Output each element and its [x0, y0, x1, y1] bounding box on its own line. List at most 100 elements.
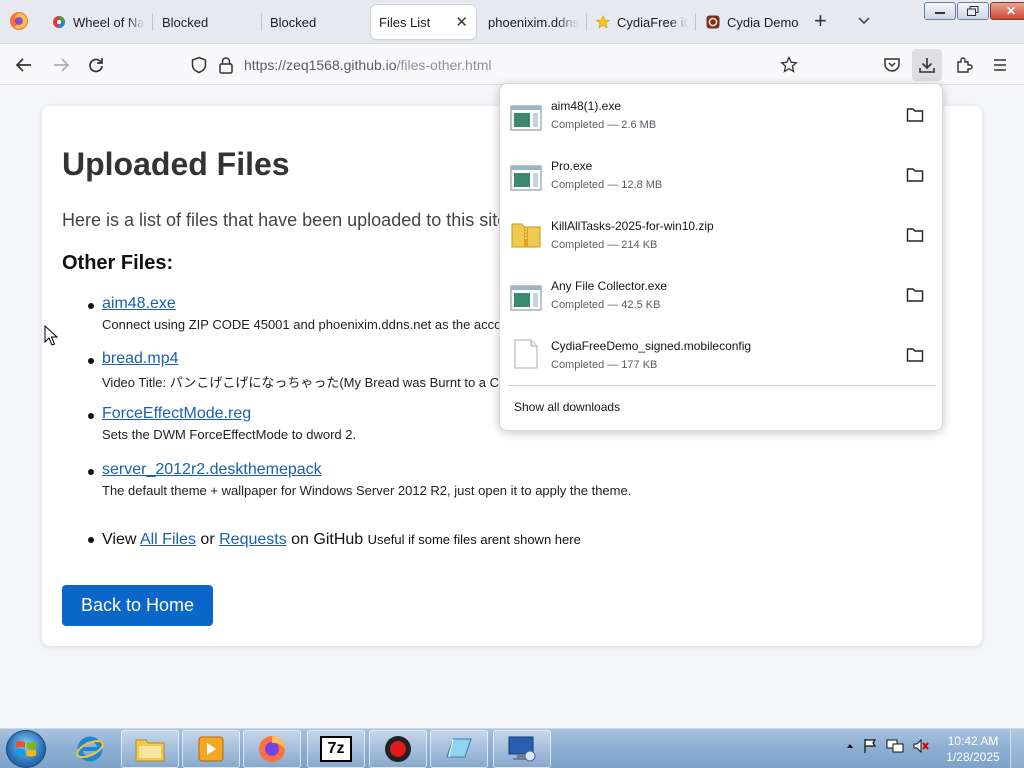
pocket-icon[interactable] — [882, 55, 902, 75]
file-link-bread[interactable]: bread.mp4 — [102, 350, 179, 368]
remote-desktop-icon — [508, 736, 536, 762]
reload-icon[interactable] — [86, 55, 106, 75]
volume-muted-icon[interactable] — [912, 738, 930, 754]
exe-file-icon — [510, 165, 542, 191]
back-icon[interactable] — [14, 55, 34, 75]
download-status: Completed — 42.5 KB — [551, 299, 661, 311]
shield-icon[interactable] — [190, 56, 208, 74]
download-item[interactable]: CydiaFreeDemo_signed.mobileconfig Comple… — [500, 324, 942, 384]
show-hidden-icons-icon[interactable] — [846, 742, 854, 750]
url-host: zeq1568.github.io — [286, 57, 397, 73]
clock[interactable]: 10:42 AM 1/28/2025 — [942, 733, 1004, 765]
media-player-icon — [198, 736, 224, 762]
page-title: Uploaded Files — [62, 146, 290, 182]
download-icon[interactable] — [917, 55, 937, 75]
glass-app-icon — [446, 738, 472, 758]
hamburger-menu-icon[interactable] — [990, 55, 1010, 75]
forward-icon[interactable] — [51, 55, 71, 75]
download-item[interactable]: Any File Collector.exe Completed — 42.5 … — [500, 264, 942, 324]
view-note: Useful if some files arent shown here — [367, 532, 581, 547]
extensions-icon[interactable] — [954, 55, 974, 75]
bullet — [88, 413, 94, 419]
minimize-button[interactable] — [924, 2, 956, 20]
tab-label: Blocked — [162, 14, 209, 30]
tab-label: Cydia Demo — [727, 14, 799, 30]
url-text[interactable]: https://zeq1568.github.io/files-other.ht… — [244, 57, 492, 73]
action-center-flag-icon[interactable] — [862, 738, 878, 754]
show-desktop-button[interactable] — [1010, 729, 1024, 768]
download-filename: aim48(1).exe — [551, 99, 622, 113]
network-icon[interactable] — [886, 738, 904, 754]
download-item[interactable]: KillAllTasks-2025-for-win10.zip Complete… — [500, 204, 942, 264]
tab-wheel[interactable]: Wheel of Na — [52, 5, 152, 39]
back-to-home-button[interactable]: Back to Home — [62, 585, 213, 626]
tab-phoenixim[interactable]: phoenixim.ddns — [488, 5, 584, 39]
taskbar-remote-desktop[interactable] — [493, 730, 551, 768]
tab-strip: Wheel of Na Blocked Blocked Files List ✕… — [0, 0, 1024, 44]
restore-button[interactable] — [957, 2, 989, 20]
requests-link[interactable]: Requests — [219, 531, 287, 548]
chevron-down-icon[interactable] — [856, 12, 872, 28]
bookmark-star-icon[interactable] — [780, 56, 798, 74]
cydia-icon — [706, 15, 720, 29]
url-path: /files-other.html — [396, 57, 492, 73]
view-github-line: View All Files or Requests on GitHub Use… — [88, 531, 581, 549]
firefox-menu-icon[interactable] — [8, 10, 30, 32]
tab-separator — [586, 13, 587, 31]
view-prefix: View — [102, 531, 137, 548]
bullet — [88, 469, 94, 475]
recorder-icon — [385, 736, 411, 762]
taskbar: 7z 10:42 AM 1/28/2025 — [0, 728, 1024, 768]
tab-cydiafree[interactable]: CydiaFree iC — [596, 5, 688, 39]
close-tab-icon[interactable]: ✕ — [445, 13, 468, 31]
taskbar-glass-app[interactable] — [430, 730, 488, 768]
download-status: Completed — 177 KB — [551, 359, 658, 371]
panel-divider — [508, 385, 936, 386]
blank-file-icon — [514, 339, 538, 369]
star-icon — [596, 15, 610, 29]
tab-files-list[interactable]: Files List ✕ — [371, 5, 476, 39]
download-filename: Pro.exe — [551, 159, 593, 173]
download-filename: KillAllTasks-2025-for-win10.zip — [551, 219, 714, 233]
taskbar-file-explorer[interactable] — [121, 730, 179, 768]
file-link-themepack[interactable]: server_2012r2.deskthemepack — [102, 461, 322, 479]
view-suffix: on GitHub — [291, 531, 364, 548]
mouse-cursor-icon — [44, 325, 58, 346]
tab-blocked-1[interactable]: Blocked — [162, 5, 252, 39]
close-window-button[interactable]: ✕ — [990, 2, 1024, 20]
file-description: Connect using ZIP CODE 45001 and phoenix… — [102, 317, 502, 332]
show-all-downloads-button[interactable]: Show all downloads — [514, 400, 620, 414]
lock-icon[interactable] — [218, 56, 234, 74]
download-filename: Any File Collector.exe — [551, 279, 668, 293]
wheel-icon — [53, 16, 65, 28]
bullet — [88, 303, 94, 309]
taskbar-recorder[interactable] — [369, 730, 427, 768]
folder-icon[interactable] — [906, 347, 924, 363]
windows-logo-icon — [16, 741, 36, 757]
taskbar-7zip[interactable]: 7z — [307, 730, 365, 768]
clock-time: 10:42 AM — [947, 734, 999, 748]
all-files-link[interactable]: All Files — [140, 531, 196, 548]
download-item[interactable]: Pro.exe Completed — 12.8 MB — [500, 144, 942, 204]
file-link-forceeffectmode[interactable]: ForceEffectMode.reg — [102, 405, 251, 423]
firefox-icon — [259, 736, 285, 762]
downloads-panel: aim48(1).exe Completed — 2.6 MB Pro.exe … — [499, 83, 943, 431]
tab-cydia-demo[interactable]: Cydia Demo — [706, 5, 806, 39]
start-button[interactable] — [6, 730, 46, 768]
folder-icon[interactable] — [906, 107, 924, 123]
taskbar-internet-explorer[interactable] — [61, 730, 119, 768]
address-bar[interactable]: https://zeq1568.github.io/files-other.ht… — [184, 49, 810, 81]
tab-label: phoenixim.ddns — [488, 14, 580, 30]
folder-icon[interactable] — [906, 287, 924, 303]
download-filename: CydiaFreeDemo_signed.mobileconfig — [551, 339, 752, 353]
taskbar-firefox[interactable] — [243, 730, 301, 768]
folder-icon[interactable] — [906, 227, 924, 243]
file-link-aim48[interactable]: aim48.exe — [102, 295, 176, 313]
new-tab-button[interactable]: + — [814, 10, 827, 32]
bullet — [88, 536, 94, 543]
window-controls: ✕ — [924, 2, 1024, 20]
taskbar-media-player[interactable] — [182, 730, 240, 768]
folder-icon[interactable] — [906, 167, 924, 183]
download-item[interactable]: aim48(1).exe Completed — 2.6 MB — [500, 84, 942, 144]
tab-blocked-2[interactable]: Blocked — [270, 5, 360, 39]
